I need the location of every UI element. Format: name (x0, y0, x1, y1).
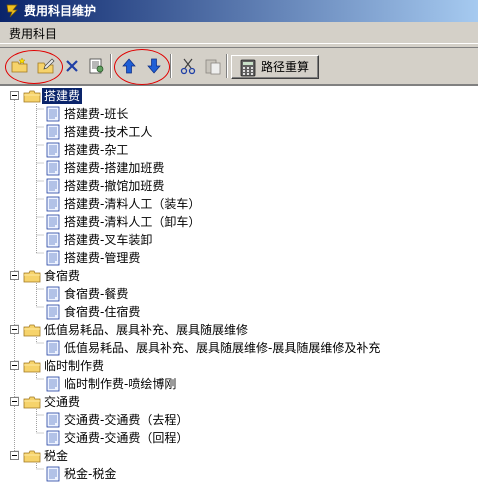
folder-open-icon (23, 358, 41, 377)
tree-leaf-node[interactable]: 搭建费-清料人工（装车） (45, 195, 475, 213)
tree-leaf-label: 搭建费-杂工 (64, 143, 129, 157)
tree-group-label: 低值易耗品、展具补充、展具随展维修 (44, 323, 249, 337)
cut-button[interactable] (177, 56, 199, 76)
collapse-toggle[interactable] (10, 325, 19, 334)
paste-icon (205, 59, 221, 75)
toolbar-separator (226, 54, 228, 78)
new-folder-icon (11, 57, 28, 73)
properties-button[interactable] (85, 56, 107, 76)
recalculate-path-label: 路径重算 (261, 60, 310, 74)
tree-leaf-label: 交通费-交通费（回程） (64, 431, 189, 445)
tree-group-label: 搭建费 (42, 88, 83, 104)
tree-group-node[interactable]: 食宿费 (10, 267, 470, 285)
tree-leaf-label: 搭建费-班长 (64, 107, 129, 121)
tree-leaf-node[interactable]: 食宿费-餐费 (45, 285, 475, 303)
tree-leaf-node[interactable]: 搭建费-管理费 (45, 249, 475, 267)
collapse-toggle[interactable] (10, 451, 19, 460)
folder-open-icon (23, 268, 41, 287)
tree-leaf-label: 搭建费-清料人工（装车） (64, 197, 201, 211)
tree-leaf-label: 交通费-交通费（去程） (64, 413, 189, 427)
arrow-up-icon (122, 58, 136, 74)
folder-open-icon (23, 322, 41, 341)
collapse-toggle[interactable] (10, 271, 19, 280)
collapse-toggle[interactable] (10, 91, 19, 100)
calculator-icon (240, 59, 256, 77)
tree-leaf-node[interactable]: 搭建费-技术工人 (45, 123, 475, 141)
toolbar-separator (170, 54, 172, 78)
tree-leaf-label: 搭建费-撤馆加班费 (64, 179, 165, 193)
tree-leaf-node[interactable]: 食宿费-住宿费 (45, 303, 475, 321)
paste-button[interactable] (202, 56, 224, 76)
tree-leaf-label: 税金-税金 (64, 467, 117, 481)
tree-group-label: 交通费 (44, 395, 81, 409)
menu-item-fee-subject[interactable]: 费用科目 (9, 27, 57, 41)
tree-group-node[interactable]: 搭建费 (10, 87, 470, 105)
document-properties-icon (89, 58, 104, 74)
tree-leaf-label: 搭建费-叉车装卸 (64, 233, 153, 247)
collapse-toggle[interactable] (10, 397, 19, 406)
tree-leaf-label: 搭建费-管理费 (64, 251, 141, 265)
tree-leaf-node[interactable]: 税金-税金 (45, 465, 475, 483)
folder-open-icon (23, 394, 41, 413)
tree-group-label: 食宿费 (44, 269, 81, 283)
tree-leaf-label: 搭建费-搭建加班费 (64, 161, 165, 175)
tree-group-node[interactable]: 临时制作费 (10, 357, 470, 375)
tree-group-node[interactable]: 低值易耗品、展具补充、展具随展维修 (10, 321, 470, 339)
folder-open-icon (23, 88, 41, 107)
tree-leaf-node[interactable]: 交通费-交通费（回程） (45, 429, 475, 447)
tree-leaf-label: 食宿费-住宿费 (64, 305, 141, 319)
tree-group-node[interactable]: 税金 (10, 447, 470, 465)
tree-leaf-label: 食宿费-餐费 (64, 287, 129, 301)
tree-leaf-node[interactable]: 搭建费-撤馆加班费 (45, 177, 475, 195)
tree-group-node[interactable]: 交通费 (10, 393, 470, 411)
tree-leaf-node[interactable]: 搭建费-清料人工（卸车） (45, 213, 475, 231)
toolbar-separator (110, 54, 112, 78)
delete-x-icon (66, 60, 78, 72)
edit-item-button[interactable] (35, 56, 57, 76)
tree-leaf-label: 低值易耗品、展具补充、展具随展维修-展具随展维修及补充 (64, 341, 381, 355)
tree-leaf-label: 搭建费-技术工人 (64, 125, 153, 139)
tree-leaf-node[interactable]: 临时制作费-喷绘博刚 (45, 375, 475, 393)
title-bar: 费用科目维护 (0, 0, 478, 22)
move-up-button[interactable] (118, 56, 140, 76)
tree-leaf-node[interactable]: 搭建费-叉车装卸 (45, 231, 475, 249)
window-title: 费用科目维护 (24, 4, 97, 18)
tree-leaf-node[interactable]: 搭建费-搭建加班费 (45, 159, 475, 177)
delete-button[interactable] (61, 56, 83, 76)
collapse-toggle[interactable] (10, 361, 19, 370)
recalculate-path-button[interactable]: 路径重算 (231, 55, 319, 79)
tree-leaf-node[interactable]: 搭建费-杂工 (45, 141, 475, 159)
add-folder-button[interactable] (9, 56, 31, 76)
tree-leaf-node[interactable]: 搭建费-班长 (45, 105, 475, 123)
app-icon (6, 4, 18, 18)
tree-group-label: 税金 (44, 449, 69, 463)
folder-open-icon (23, 448, 41, 467)
fee-subject-tree: 搭建费搭建费-班长搭建费-技术工人 搭建费-杂工搭建费-搭建加班费 搭建费-撤馆加班… (0, 85, 478, 490)
arrow-down-icon (147, 58, 161, 74)
move-down-button[interactable] (143, 56, 165, 76)
document-icon (45, 466, 61, 485)
tree-leaf-node[interactable]: 交通费-交通费（去程） (45, 411, 475, 429)
menu-bar: 费用科目 (0, 24, 478, 44)
tree-group-label: 临时制作费 (44, 359, 105, 373)
tree-leaf-node[interactable]: 低值易耗品、展具补充、展具随展维修-展具随展维修及补充 (45, 339, 475, 357)
scissors-icon (180, 58, 196, 75)
tree-leaf-label: 搭建费-清料人工（卸车） (64, 215, 201, 229)
edit-folder-icon (37, 58, 55, 74)
tree-leaf-label: 临时制作费-喷绘博刚 (64, 377, 177, 391)
toolbar: 路径重算 (0, 47, 478, 85)
